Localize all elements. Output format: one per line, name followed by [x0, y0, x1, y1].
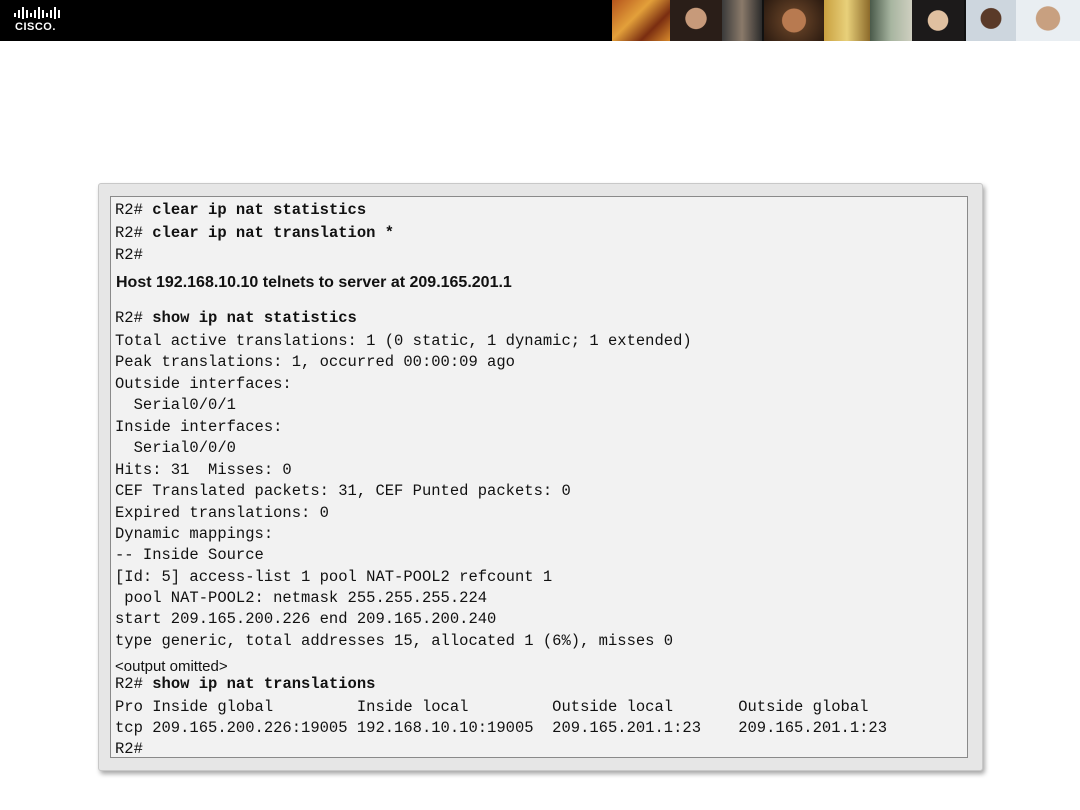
photo-person-1	[670, 0, 722, 41]
terminal-line-show-stats: R2# show ip nat statistics	[115, 309, 357, 327]
photo-collage-1	[612, 0, 670, 41]
stats-line: Dynamic mappings:	[115, 525, 274, 543]
output-omitted-note: <output omitted>	[115, 658, 228, 675]
people-photo-strip	[612, 0, 1080, 41]
logo-wordmark: CISCO.	[15, 21, 56, 33]
photo-person-5	[912, 0, 964, 41]
annotation-note: Host 192.168.10.10 telnets to server at …	[116, 274, 512, 291]
cisco-bars-icon	[14, 7, 60, 19]
photo-person-7	[1016, 0, 1080, 41]
photo-chalkboard	[870, 0, 912, 41]
terminal-line-show-trans: R2# show ip nat translations	[115, 675, 375, 693]
prompt: R2#	[115, 201, 143, 219]
prompt: R2#	[115, 740, 143, 758]
stats-line: Total active translations: 1 (0 static, …	[115, 332, 692, 350]
stats-line: start 209.165.200.226 end 209.165.200.24…	[115, 610, 497, 628]
stats-line: [Id: 5] access-list 1 pool NAT-POOL2 ref…	[115, 568, 553, 586]
command-show-statistics: show ip nat statistics	[152, 309, 357, 327]
stats-line: Expired translations: 0	[115, 504, 329, 522]
photo-person-2	[722, 0, 762, 41]
terminal-line-clear-stats: R2# clear ip nat statistics	[115, 201, 366, 219]
terminal-line-final-prompt: R2#	[115, 740, 143, 758]
prompt: R2#	[115, 246, 143, 264]
terminal-line-clear-trans: R2# clear ip nat translation *	[115, 224, 394, 242]
prompt: R2#	[115, 675, 143, 693]
prompt: R2#	[115, 224, 143, 242]
photo-person-6	[966, 0, 1016, 41]
translations-table-header: Pro Inside global Inside local Outside l…	[115, 698, 869, 716]
prompt: R2#	[115, 309, 143, 327]
terminal-line-prompt: R2#	[115, 246, 143, 264]
stats-line: Serial0/0/0	[115, 439, 236, 457]
stats-line: Serial0/0/1	[115, 396, 236, 414]
stats-line: type generic, total addresses 15, alloca…	[115, 632, 674, 650]
stats-line: Hits: 31 Misses: 0	[115, 461, 292, 479]
stats-line: CEF Translated packets: 31, CEF Punted p…	[115, 482, 571, 500]
photo-person-4	[824, 0, 870, 41]
cisco-logo: CISCO.	[14, 6, 74, 36]
command-show-translations: show ip nat translations	[152, 675, 376, 693]
command-clear-translation: clear ip nat translation *	[152, 224, 395, 242]
stats-line: pool NAT-POOL2: netmask 255.255.255.224	[115, 589, 488, 607]
stats-line: Inside interfaces:	[115, 418, 283, 436]
command-clear-statistics: clear ip nat statistics	[152, 201, 367, 219]
translations-table-row: tcp 209.165.200.226:19005 192.168.10.10:…	[115, 719, 888, 737]
stats-line: Peak translations: 1, occurred 00:00:09 …	[115, 353, 515, 371]
photo-person-3	[764, 0, 824, 41]
stats-line: -- Inside Source	[115, 546, 264, 564]
header-bar: CISCO.	[0, 0, 1080, 41]
stats-line: Outside interfaces:	[115, 375, 292, 393]
